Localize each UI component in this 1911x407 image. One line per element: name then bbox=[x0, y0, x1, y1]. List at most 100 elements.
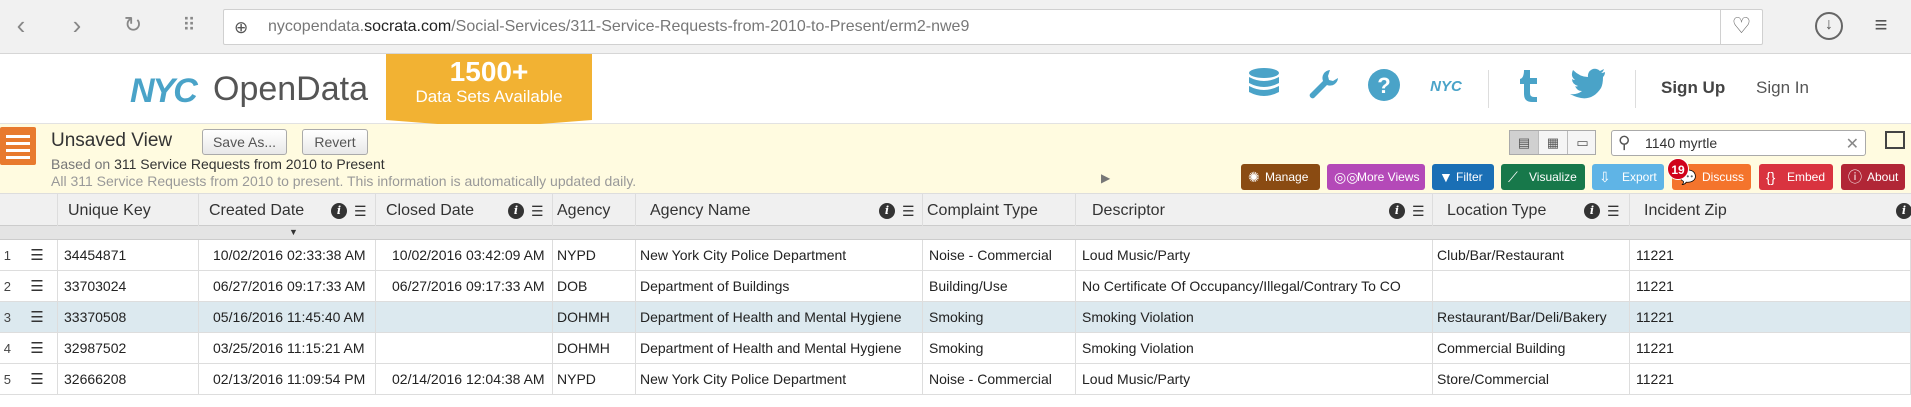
cell-location[interactable]: Club/Bar/Restaurant bbox=[1433, 240, 1630, 271]
cell-complaint[interactable]: Noise - Commercial bbox=[923, 240, 1076, 271]
forward-icon[interactable]: › bbox=[62, 11, 92, 41]
cell-agency-name[interactable]: Department of Health and Mental Hygiene bbox=[636, 302, 923, 333]
row-number[interactable]: 4 bbox=[0, 333, 17, 364]
back-icon[interactable]: ‹ bbox=[6, 11, 36, 41]
cell-created[interactable]: 05/16/2016 11:45:40 AM bbox=[199, 302, 376, 333]
cell-location[interactable]: Store/Commercial bbox=[1433, 364, 1630, 395]
visualize-button[interactable]: ⟋ Visualize bbox=[1501, 164, 1585, 190]
cell-closed[interactable]: 02/14/2016 12:04:38 AM bbox=[376, 364, 553, 395]
cell-agency-name[interactable]: Department of Buildings bbox=[636, 271, 923, 302]
cell-descriptor[interactable]: No Certificate Of Occupancy/Illegal/Cont… bbox=[1076, 271, 1433, 302]
clear-search-icon[interactable]: ✕ bbox=[1846, 134, 1859, 154]
export-button[interactable]: ⇩ Export bbox=[1592, 164, 1664, 190]
column-menu-icon[interactable]: ☰ bbox=[531, 194, 544, 228]
cell-key[interactable]: 34454871 bbox=[58, 240, 199, 271]
column-menu-icon[interactable]: ☰ bbox=[1412, 194, 1425, 228]
table-row[interactable]: 2 ☰ 33703024 06/27/2016 09:17:33 AM 06/27/20… bbox=[0, 271, 1911, 302]
cell-agency[interactable]: DOHMH bbox=[553, 333, 636, 364]
row-number[interactable]: 1 bbox=[0, 240, 17, 271]
cell-key[interactable]: 32987502 bbox=[58, 333, 199, 364]
revert-button[interactable]: Revert bbox=[302, 129, 368, 155]
cell-location[interactable]: Commercial Building bbox=[1433, 333, 1630, 364]
cell-zip[interactable]: 11221 bbox=[1630, 240, 1911, 271]
more-views-button[interactable]: ◎◎ More Views bbox=[1327, 164, 1425, 190]
row-menu-icon[interactable]: ☰ bbox=[17, 333, 58, 364]
cell-zip[interactable]: 11221 bbox=[1630, 333, 1911, 364]
save-as-button[interactable]: Save As... bbox=[202, 129, 287, 155]
address-bar[interactable]: ⊕ nycopendata.socrata.com/Social-Service… bbox=[223, 9, 1763, 45]
cell-agency[interactable]: DOB bbox=[553, 271, 636, 302]
table-row[interactable]: 5 ☰ 32666208 02/13/2016 11:09:54 PM 02/14/20… bbox=[0, 364, 1911, 395]
cell-created[interactable]: 10/02/2016 02:33:38 AM bbox=[199, 240, 376, 271]
based-on-link[interactable]: 311 Service Requests from 2010 to Presen… bbox=[114, 156, 385, 172]
wrench-icon[interactable] bbox=[1303, 67, 1343, 107]
about-button[interactable]: ⓘ About bbox=[1841, 164, 1905, 190]
row-number[interactable]: 3 bbox=[0, 302, 17, 333]
sign-up-link[interactable]: Sign Up bbox=[1661, 78, 1725, 98]
row-menu-icon[interactable]: ☰ bbox=[17, 271, 58, 302]
row-number[interactable]: 2 bbox=[0, 271, 17, 302]
info-icon[interactable]: i bbox=[1896, 203, 1911, 219]
cell-complaint[interactable]: Smoking bbox=[923, 302, 1076, 333]
nyc-icon[interactable]: NYC bbox=[1424, 67, 1468, 107]
cell-location[interactable]: Restaurant/Bar/Deli/Bakery bbox=[1433, 302, 1630, 333]
table-row[interactable]: 1 ☰ 34454871 10/02/2016 02:33:38 AM 10/02/20… bbox=[0, 240, 1911, 271]
column-header-incident-zip[interactable]: Incident Zip i bbox=[1630, 194, 1911, 226]
cell-descriptor[interactable]: Smoking Violation bbox=[1076, 333, 1433, 364]
table-row[interactable]: 3 ☰ 33370508 05/16/2016 11:45:40 AM DOHMH Dep… bbox=[0, 302, 1911, 333]
favorite-heart-icon[interactable]: ♡ bbox=[1720, 9, 1762, 45]
reload-icon[interactable]: ↻ bbox=[118, 11, 148, 41]
row-view-icon[interactable]: ▦ bbox=[1539, 131, 1568, 154]
column-header-agency-name[interactable]: Agency Name i ☰ bbox=[636, 194, 923, 226]
row-menu-icon[interactable]: ☰ bbox=[17, 302, 58, 333]
twitter-icon[interactable] bbox=[1568, 67, 1608, 107]
help-icon[interactable]: ? bbox=[1364, 67, 1404, 107]
cell-location[interactable] bbox=[1433, 271, 1630, 302]
tumblr-icon[interactable] bbox=[1512, 67, 1546, 107]
expand-arrow-icon[interactable]: ▶ bbox=[1101, 171, 1110, 185]
nyc-logo[interactable]: NYC bbox=[130, 72, 198, 111]
info-icon[interactable]: i bbox=[508, 203, 524, 219]
cell-complaint[interactable]: Building/Use bbox=[923, 271, 1076, 302]
filter-button[interactable]: ▼ Filter bbox=[1432, 164, 1494, 190]
column-header-complaint-type[interactable]: Complaint Type bbox=[923, 194, 1076, 226]
cell-descriptor[interactable]: Smoking Violation bbox=[1076, 302, 1433, 333]
cell-key[interactable]: 32666208 bbox=[58, 364, 199, 395]
manage-button[interactable]: ✺ Manage bbox=[1241, 164, 1320, 190]
cell-agency[interactable]: NYPD bbox=[553, 240, 636, 271]
cell-created[interactable]: 06/27/2016 09:17:33 AM bbox=[199, 271, 376, 302]
cell-complaint[interactable]: Smoking bbox=[923, 333, 1076, 364]
cell-descriptor[interactable]: Loud Music/Party bbox=[1076, 240, 1433, 271]
table-row[interactable]: 4 ☰ 32987502 03/25/2016 11:15:21 AM DOHMH Dep… bbox=[0, 333, 1911, 364]
cell-closed[interactable] bbox=[376, 333, 553, 364]
row-menu-icon[interactable]: ☰ bbox=[17, 240, 58, 271]
column-header-created-date[interactable]: Created Date i ☰ bbox=[199, 194, 376, 226]
column-menu-icon[interactable]: ☰ bbox=[1607, 194, 1620, 228]
maximize-icon[interactable] bbox=[1885, 131, 1905, 149]
info-icon[interactable]: i bbox=[1389, 203, 1405, 219]
column-header-unique-key[interactable]: Unique Key bbox=[58, 194, 199, 226]
info-icon[interactable]: i bbox=[1584, 203, 1600, 219]
url-text[interactable]: nycopendata.socrata.com/Social-Services/… bbox=[268, 18, 969, 36]
cell-key[interactable]: 33370508 bbox=[58, 302, 199, 333]
cell-agency-name[interactable]: New York City Police Department bbox=[636, 240, 923, 271]
embed-button[interactable]: {} Embed bbox=[1759, 164, 1833, 190]
row-menu-icon[interactable]: ☰ bbox=[17, 364, 58, 395]
table-view-icon[interactable]: ▤ bbox=[1510, 131, 1539, 154]
opendata-logo[interactable]: OpenData bbox=[213, 70, 368, 109]
column-header-closed-date[interactable]: Closed Date i ☰ bbox=[376, 194, 553, 226]
column-menu-icon[interactable]: ☰ bbox=[354, 194, 367, 228]
cell-agency-name[interactable]: New York City Police Department bbox=[636, 364, 923, 395]
apps-grid-icon[interactable]: ⠿ bbox=[174, 11, 204, 41]
cell-zip[interactable]: 11221 bbox=[1630, 302, 1911, 333]
info-icon[interactable]: i bbox=[879, 203, 895, 219]
info-icon[interactable]: i bbox=[331, 203, 347, 219]
cell-complaint[interactable]: Noise - Commercial bbox=[923, 364, 1076, 395]
cell-created[interactable]: 03/25/2016 11:15:21 AM bbox=[199, 333, 376, 364]
cell-created[interactable]: 02/13/2016 11:09:54 PM bbox=[199, 364, 376, 395]
sign-in-link[interactable]: Sign In bbox=[1756, 78, 1809, 98]
column-menu-icon[interactable]: ☰ bbox=[902, 194, 915, 228]
cell-closed[interactable]: 10/02/2016 03:42:09 AM bbox=[376, 240, 553, 271]
cell-zip[interactable]: 11221 bbox=[1630, 364, 1911, 395]
sort-descending-icon[interactable]: ▼ bbox=[289, 227, 298, 237]
